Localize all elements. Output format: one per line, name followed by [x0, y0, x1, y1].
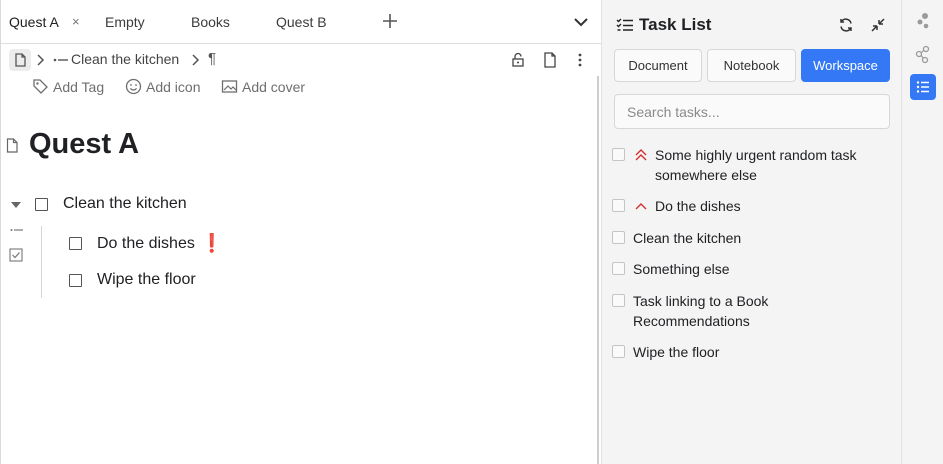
- task-block-icon[interactable]: [9, 248, 23, 262]
- nesting-guide: [41, 226, 42, 298]
- right-dock-rail: [901, 0, 943, 464]
- page-title[interactable]: Quest A: [29, 128, 139, 161]
- priority-highest-icon: [635, 149, 647, 161]
- tag-icon: [33, 79, 48, 94]
- panel-task-item[interactable]: Do the dishes: [612, 196, 892, 216]
- paragraph-icon[interactable]: ¶: [208, 50, 216, 67]
- panel-task-item[interactable]: Clean the kitchen: [612, 228, 892, 248]
- scope-document-button[interactable]: Document: [614, 49, 702, 82]
- smiley-icon: [125, 78, 142, 95]
- breadcrumb-item[interactable]: Clean the kitchen: [71, 51, 179, 67]
- task-label: Something else: [633, 261, 730, 277]
- task-item: Do the dishes ❗: [69, 233, 223, 254]
- add-tag-label: Add Tag: [53, 78, 105, 95]
- tab-bar: Quest A × Empty Books Quest B: [1, 0, 602, 44]
- tab-empty[interactable]: Empty: [105, 0, 145, 44]
- add-tag-button[interactable]: Add Tag: [32, 78, 104, 95]
- priority-high-icon: [635, 203, 647, 210]
- task-label: Clean the kitchen: [633, 230, 742, 246]
- tab-quest-b[interactable]: Quest B: [276, 0, 327, 44]
- task-label: Wipe the floor: [633, 344, 720, 360]
- task-label[interactable]: Clean the kitchen: [63, 195, 187, 213]
- task-label: Task linking to a Book: [633, 293, 769, 309]
- panel-task-item[interactable]: Something else: [612, 259, 892, 279]
- tab-books[interactable]: Books: [191, 0, 230, 44]
- editor-pane: Quest A × Empty Books Quest B Clean the …: [0, 0, 602, 464]
- breadcrumb: Clean the kitchen ¶: [1, 44, 602, 76]
- task-checkbox[interactable]: [612, 262, 625, 275]
- task-checkbox[interactable]: [612, 345, 625, 358]
- search-input[interactable]: [614, 94, 890, 129]
- task-label-cont: somewhere else: [655, 167, 757, 183]
- task-item: Wipe the floor: [69, 271, 196, 289]
- task-checkbox[interactable]: [612, 294, 625, 307]
- task-label[interactable]: Wipe the floor: [97, 271, 196, 289]
- task-checkbox[interactable]: [612, 199, 625, 212]
- add-cover-label: Add cover: [242, 78, 306, 95]
- add-icon-button[interactable]: Add icon: [125, 78, 200, 95]
- add-cover-button[interactable]: Add cover: [221, 78, 305, 95]
- more-vertical-icon[interactable]: [577, 52, 583, 68]
- list-block-icon: [53, 58, 68, 62]
- task-list-icon: [616, 18, 633, 31]
- refresh-icon[interactable]: [838, 17, 854, 33]
- unlock-icon[interactable]: [511, 52, 525, 68]
- chevron-right-icon: [37, 54, 45, 66]
- panel-title: Task List: [639, 15, 712, 34]
- scope-notebook-button[interactable]: Notebook: [707, 49, 796, 82]
- file-icon[interactable]: [543, 52, 557, 68]
- task-label: Do the dishes: [655, 198, 741, 214]
- app-window: Quest A × Empty Books Quest B Clean the …: [0, 0, 943, 464]
- chevron-down-icon[interactable]: [572, 14, 590, 30]
- graph-icon[interactable]: [910, 41, 936, 67]
- add-icon-label: Add icon: [146, 78, 201, 95]
- task-checkbox[interactable]: [612, 148, 625, 161]
- tab-close-icon[interactable]: ×: [72, 0, 80, 44]
- task-list-panel: Task List Document Notebook Workspace So…: [601, 0, 901, 464]
- image-icon: [221, 80, 238, 93]
- scope-workspace-button[interactable]: Workspace: [801, 49, 890, 82]
- list-block-icon[interactable]: [10, 227, 24, 233]
- pane-resize-handle[interactable]: [597, 76, 599, 464]
- graph-dots-icon[interactable]: [910, 8, 936, 34]
- document-icon: [6, 138, 18, 153]
- collapse-icon[interactable]: [870, 17, 886, 33]
- task-checkbox[interactable]: [612, 231, 625, 244]
- breadcrumb-document-icon[interactable]: [9, 49, 31, 71]
- task-label[interactable]: Do the dishes: [97, 235, 195, 253]
- tab-quest-a[interactable]: Quest A: [9, 0, 59, 44]
- task-checkbox[interactable]: [69, 237, 82, 250]
- panel-task-item[interactable]: Task linking to a Book Recommendations: [612, 291, 892, 331]
- panel-task-item[interactable]: Some highly urgent random task somewhere…: [612, 145, 892, 185]
- task-checkbox[interactable]: [35, 197, 48, 211]
- task-label: Some highly urgent random task: [655, 147, 857, 163]
- collapse-caret-icon[interactable]: [11, 200, 21, 210]
- task-item: Clean the kitchen: [35, 195, 187, 213]
- document-meta-row: Add Tag Add icon Add cover: [1, 76, 602, 100]
- panel-task-item[interactable]: Wipe the floor: [612, 342, 892, 362]
- urgent-badge-icon: ❗: [200, 233, 224, 253]
- task-list-icon[interactable]: [910, 74, 936, 100]
- plus-icon[interactable]: [380, 11, 400, 31]
- task-label-cont: Recommendations: [633, 313, 750, 329]
- task-checkbox[interactable]: [69, 273, 82, 287]
- chevron-right-icon: [192, 54, 200, 66]
